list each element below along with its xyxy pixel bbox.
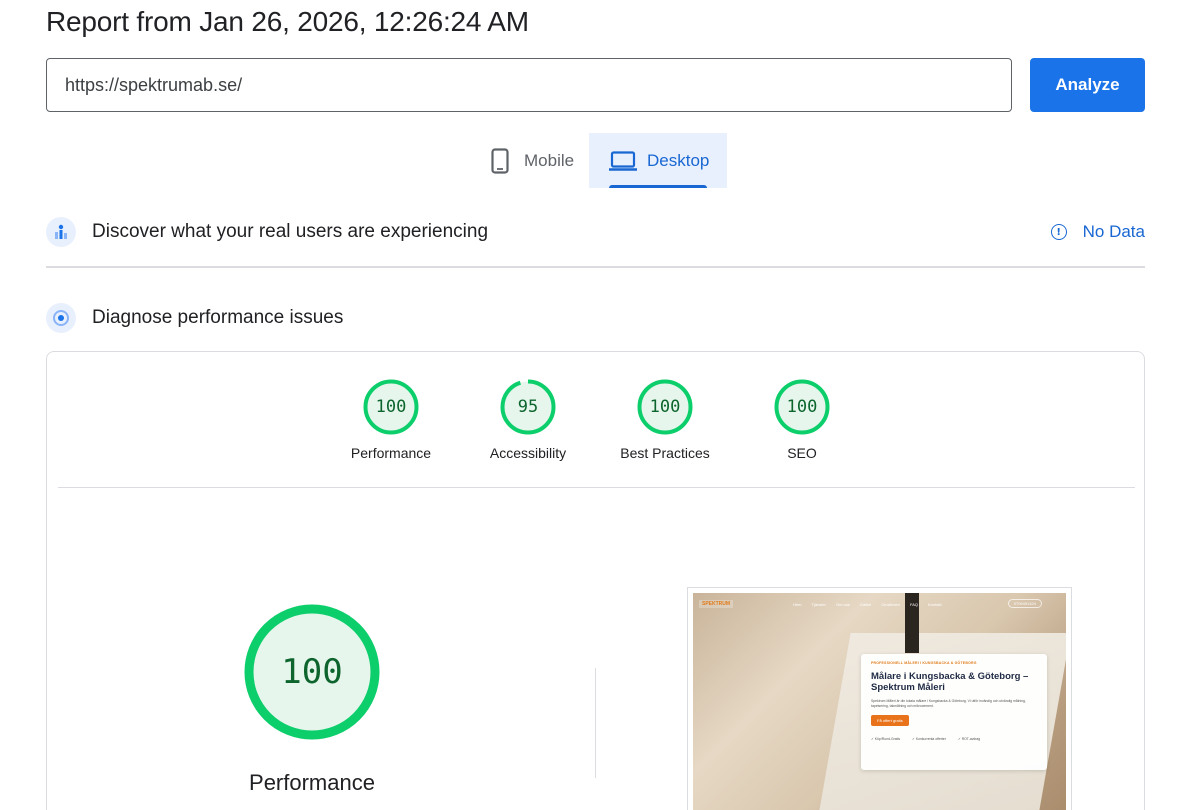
users-chart-icon bbox=[46, 217, 76, 247]
field-data-section: Discover what your real users are experi… bbox=[46, 216, 1145, 248]
lab-data-title: Diagnose performance issues bbox=[92, 307, 344, 328]
report-title: Report from Jan 26, 2026, 12:26:24 AM bbox=[46, 6, 529, 37]
laptop-icon bbox=[609, 147, 637, 175]
card-divider bbox=[58, 487, 1135, 488]
screenshot-nav-links: Hem Tjänster Om oss Galleri Omdömen FAQ Kontak… bbox=[793, 602, 942, 607]
page-screenshot: SPEKTRUM Hem Tjänster Om oss Galleri Omdömen… bbox=[687, 587, 1072, 810]
gauge-label: Performance bbox=[350, 445, 432, 461]
screenshot-kicker: PROFESSIONELL MÅLERI I KUNGSBACKA & GÖTE… bbox=[871, 661, 977, 665]
scores-card: 100 Performance 95 Accessibility 100 Bes… bbox=[46, 351, 1145, 810]
phone-icon bbox=[486, 147, 514, 175]
screenshot-body: Spektrum Måleri är din lokala målare i K… bbox=[871, 699, 1026, 708]
gauge-accessibility[interactable]: 95 Accessibility bbox=[468, 379, 588, 461]
screenshot-nav-link: Hem bbox=[793, 601, 802, 607]
screenshot-hero-card: PROFESSIONELL MÅLERI I KUNGSBACKA & GÖTE… bbox=[861, 654, 1047, 770]
screenshot-check-item: ✓ ROT-avdrag bbox=[957, 737, 981, 741]
screenshot-headline: Målare i Kungsbacka & Göteborg – Spektru… bbox=[871, 671, 1029, 693]
vertical-divider bbox=[595, 668, 596, 778]
gauge-seo[interactable]: 100 SEO bbox=[742, 379, 862, 461]
gauge-performance[interactable]: 100 Performance bbox=[331, 379, 451, 461]
gauge-score: 100 bbox=[375, 397, 407, 417]
no-data-link[interactable]: ! No Data bbox=[1050, 222, 1145, 242]
screenshot-nav-link: FAQ bbox=[910, 601, 919, 607]
screenshot-nav-link: Omdömen bbox=[881, 601, 900, 607]
screenshot-cta: Få offert gratis bbox=[871, 715, 909, 726]
section-divider bbox=[46, 266, 1145, 268]
tab-mobile[interactable]: Mobile bbox=[470, 133, 588, 188]
gauge-best-practices[interactable]: 100 Best Practices bbox=[605, 379, 725, 461]
info-icon: ! bbox=[1050, 224, 1067, 240]
screenshot-phone: 0709491424 bbox=[1007, 599, 1042, 608]
gauge-score: 100 bbox=[649, 397, 681, 417]
category-gauges: 100 Performance 95 Accessibility 100 Bes… bbox=[47, 352, 1144, 487]
url-input[interactable] bbox=[46, 58, 1012, 112]
gauge-score: 95 bbox=[517, 397, 539, 417]
tab-desktop-label: Desktop bbox=[647, 150, 710, 170]
screenshot-image: SPEKTRUM Hem Tjänster Om oss Galleri Omdömen… bbox=[693, 593, 1066, 810]
screenshot-nav-link: Tjänster bbox=[811, 601, 826, 607]
field-data-title: Discover what your real users are experi… bbox=[92, 221, 489, 242]
gauge-score: 100 bbox=[786, 397, 818, 417]
screenshot-checks: ✓ Köp/Rund-Gratis ✓ Konkurrenta offerter ✓… bbox=[871, 737, 1037, 741]
performance-main-score: 100 bbox=[281, 652, 343, 692]
screenshot-nav-link: Galleri bbox=[859, 601, 872, 607]
screenshot-check-item: ✓ Köp/Rund-Gratis bbox=[871, 737, 901, 741]
analyze-button[interactable]: Analyze bbox=[1030, 58, 1145, 112]
screenshot-logo: SPEKTRUM bbox=[699, 600, 734, 608]
no-data-label: No Data bbox=[1082, 222, 1145, 241]
gauge-label: SEO bbox=[787, 445, 817, 461]
lab-data-section: Diagnose performance issues bbox=[46, 302, 1145, 334]
tab-desktop[interactable]: Desktop bbox=[589, 133, 727, 188]
active-tab-indicator bbox=[609, 185, 707, 188]
screenshot-check-item: ✓ Konkurrenta offerter bbox=[912, 737, 946, 741]
screenshot-nav-link: Om oss bbox=[835, 601, 850, 607]
gauge-label: Best Practices bbox=[620, 445, 710, 461]
tab-mobile-label: Mobile bbox=[524, 150, 575, 170]
performance-main-label: Performance bbox=[249, 770, 375, 795]
screenshot-nav-link: Kontakt bbox=[928, 601, 942, 607]
gauge-label: Accessibility bbox=[489, 445, 567, 461]
target-icon bbox=[46, 303, 76, 333]
